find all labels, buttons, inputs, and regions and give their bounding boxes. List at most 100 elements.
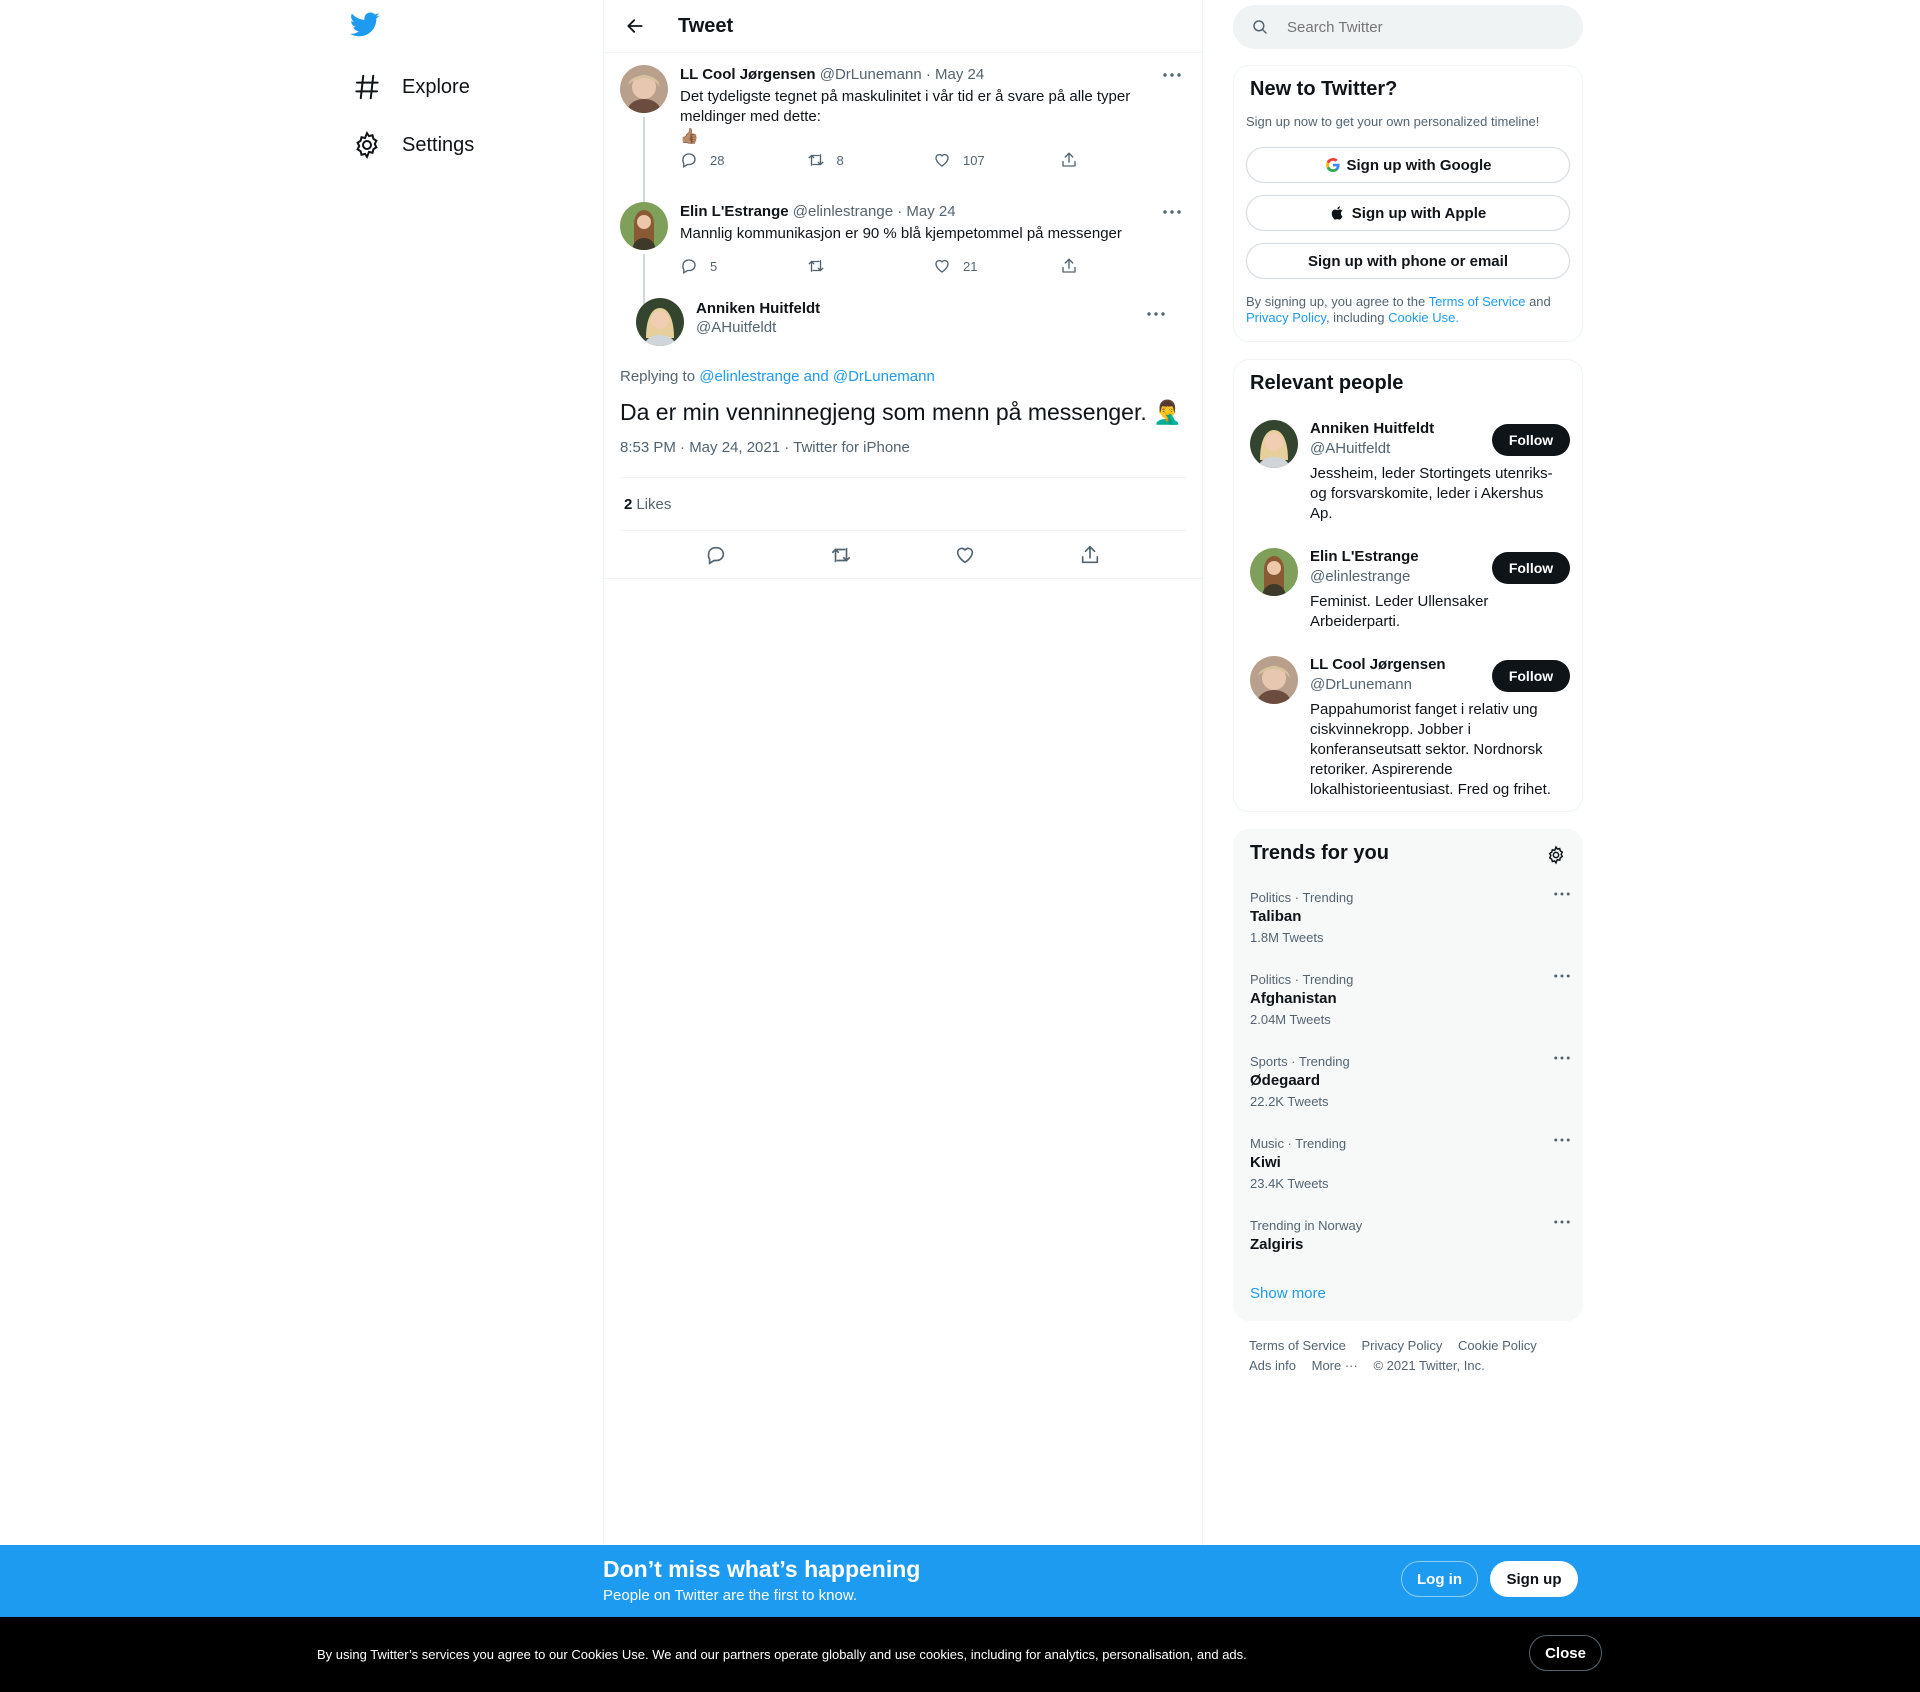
trend-item[interactable]: Politics · Trending Taliban 1.8M Tweets (1250, 890, 1570, 945)
trend-count: 1.8M Tweets (1250, 930, 1324, 945)
show-more-link[interactable]: Show more (1250, 1285, 1326, 1302)
back-button[interactable] (618, 9, 652, 43)
author-handle[interactable]: @AHuitfeldt (696, 319, 820, 336)
search-input[interactable] (1287, 18, 1547, 36)
author-handle[interactable]: @DrLunemann (820, 66, 922, 83)
person-name[interactable]: LL Cool Jørgensen (1310, 656, 1446, 673)
retweet-button[interactable] (807, 257, 934, 275)
avatar[interactable] (1250, 548, 1298, 596)
more-icon[interactable] (1554, 1220, 1570, 1224)
footer-more-link[interactable]: More ··· (1312, 1358, 1358, 1373)
person-handle[interactable]: @elinlestrange (1310, 568, 1410, 585)
heart-icon (935, 259, 949, 273)
footer-ads-link[interactable]: Ads info (1249, 1358, 1296, 1373)
author-handle[interactable]: @elinlestrange (793, 203, 893, 220)
nav-explore[interactable]: Explore (352, 67, 470, 107)
retweet-icon (808, 154, 823, 166)
relevant-people-card: Relevant people Anniken Huitfeldt @AHuit… (1233, 359, 1583, 812)
tweet-emoji: 🤦‍♂️ (1153, 399, 1182, 425)
close-button[interactable]: Close (1529, 1635, 1602, 1671)
privacy-link[interactable]: Privacy Policy (1246, 310, 1326, 325)
retweet-button[interactable]: 8 (807, 151, 934, 169)
tweet-emoji: 👍🏽 (680, 128, 699, 145)
avatar[interactable] (620, 65, 668, 113)
more-icon[interactable] (1554, 974, 1570, 978)
trend-name: Ødegaard (1250, 1072, 1321, 1089)
follow-button[interactable]: Follow (1492, 552, 1570, 584)
author-name[interactable]: LL Cool Jørgensen (680, 66, 816, 83)
nav-settings[interactable]: Settings (352, 125, 474, 165)
trend-name: Taliban (1250, 908, 1302, 925)
signup-phone-button[interactable]: Sign up with phone or email (1246, 243, 1570, 279)
follow-button[interactable]: Follow (1492, 660, 1570, 692)
likes-count: 2 (624, 495, 633, 513)
signup-apple-button[interactable]: Sign up with Apple (1246, 195, 1570, 231)
more-icon[interactable] (1160, 202, 1184, 222)
more-icon[interactable] (1160, 65, 1184, 85)
trend-item[interactable]: Music · Trending Kiwi 23.4K Tweets (1250, 1136, 1570, 1191)
gear-icon[interactable] (1546, 845, 1566, 865)
trend-item[interactable]: Politics · Trending Afghanistan 2.04M Tw… (1250, 972, 1570, 1027)
like-button[interactable]: 107 (933, 151, 1060, 169)
trend-context: Music · Trending (1250, 1136, 1347, 1151)
thread-tweet-2[interactable]: Elin L'Estrange @elinlestrange · May 24 … (604, 196, 1202, 310)
search-bar[interactable] (1233, 5, 1583, 49)
apple-icon (1331, 206, 1343, 220)
page-title: Tweet (678, 14, 734, 37)
retweet-icon[interactable] (830, 544, 852, 566)
trend-item[interactable]: Sports · Trending Ødegaard 22.2K Tweets (1250, 1054, 1570, 1109)
more-icon[interactable] (1554, 1056, 1570, 1060)
signup-button[interactable]: Sign up (1490, 1561, 1578, 1597)
reply-button[interactable]: 5 (680, 257, 807, 275)
more-icon[interactable] (1144, 304, 1168, 324)
trend-context: Politics · Trending (1250, 972, 1354, 987)
heart-icon (935, 153, 949, 167)
share-button[interactable] (1060, 257, 1187, 275)
login-button[interactable]: Log in (1401, 1561, 1478, 1597)
avatar[interactable] (636, 298, 684, 346)
reply-icon (682, 153, 696, 168)
more-icon[interactable] (1554, 1138, 1570, 1142)
tweet-date[interactable]: May 24 (906, 203, 955, 220)
trend-item[interactable]: Trending in Norway Zalgiris (1250, 1218, 1570, 1253)
share-button[interactable] (1060, 151, 1187, 169)
avatar[interactable] (1250, 656, 1298, 704)
footer-cookie-link[interactable]: Cookie Policy (1458, 1338, 1537, 1353)
person-card[interactable]: LL Cool Jørgensen @DrLunemann Follow Pap… (1250, 656, 1570, 806)
person-card[interactable]: Anniken Huitfeldt @AHuitfeldt Follow Jes… (1250, 420, 1570, 530)
hashtag-icon (352, 72, 382, 102)
card-title: New to Twitter? (1250, 78, 1398, 100)
follow-button[interactable]: Follow (1492, 424, 1570, 456)
person-handle[interactable]: @DrLunemann (1310, 676, 1412, 693)
arrow-left-icon (627, 19, 643, 33)
replying-to-link[interactable]: @elinlestrange and @DrLunemann (699, 368, 935, 385)
retweet-count: 8 (836, 152, 844, 168)
tweet-timestamp[interactable]: 8:53 PM · May 24, 2021 · Twitter for iPh… (620, 439, 1186, 477)
more-icon[interactable] (1554, 892, 1570, 896)
cookie-text: By using Twitter’s services you agree to… (317, 1647, 1247, 1662)
thread-tweet-1[interactable]: LL Cool Jørgensen @DrLunemann · May 24 D… (604, 53, 1202, 203)
author-name[interactable]: Elin L'Estrange (680, 203, 789, 220)
reply-icon[interactable] (705, 544, 727, 566)
twitter-logo-icon[interactable] (350, 12, 392, 42)
reply-button[interactable]: 28 (680, 151, 807, 169)
footer-privacy-link[interactable]: Privacy Policy (1361, 1338, 1442, 1353)
author-name[interactable]: Anniken Huitfeldt (696, 300, 820, 317)
reply-count: 28 (710, 152, 725, 168)
cookie-use-link[interactable]: Cookie Use. (1388, 310, 1459, 325)
likes-stat[interactable]: 2 Likes (620, 478, 1186, 530)
like-count: 21 (963, 258, 978, 274)
tos-link[interactable]: Terms of Service (1429, 294, 1526, 309)
person-name[interactable]: Elin L'Estrange (1310, 548, 1419, 565)
avatar[interactable] (620, 202, 668, 250)
tweet-date[interactable]: May 24 (935, 66, 984, 83)
heart-icon[interactable] (954, 544, 976, 566)
person-card[interactable]: Elin L'Estrange @elinlestrange Follow Fe… (1250, 548, 1570, 638)
like-button[interactable]: 21 (933, 257, 1060, 275)
avatar[interactable] (1250, 420, 1298, 468)
person-handle[interactable]: @AHuitfeldt (1310, 440, 1390, 457)
footer-tos-link[interactable]: Terms of Service (1249, 1338, 1346, 1353)
signup-google-button[interactable]: Sign up with Google (1246, 147, 1570, 183)
person-name[interactable]: Anniken Huitfeldt (1310, 420, 1434, 437)
share-icon[interactable] (1079, 544, 1101, 566)
